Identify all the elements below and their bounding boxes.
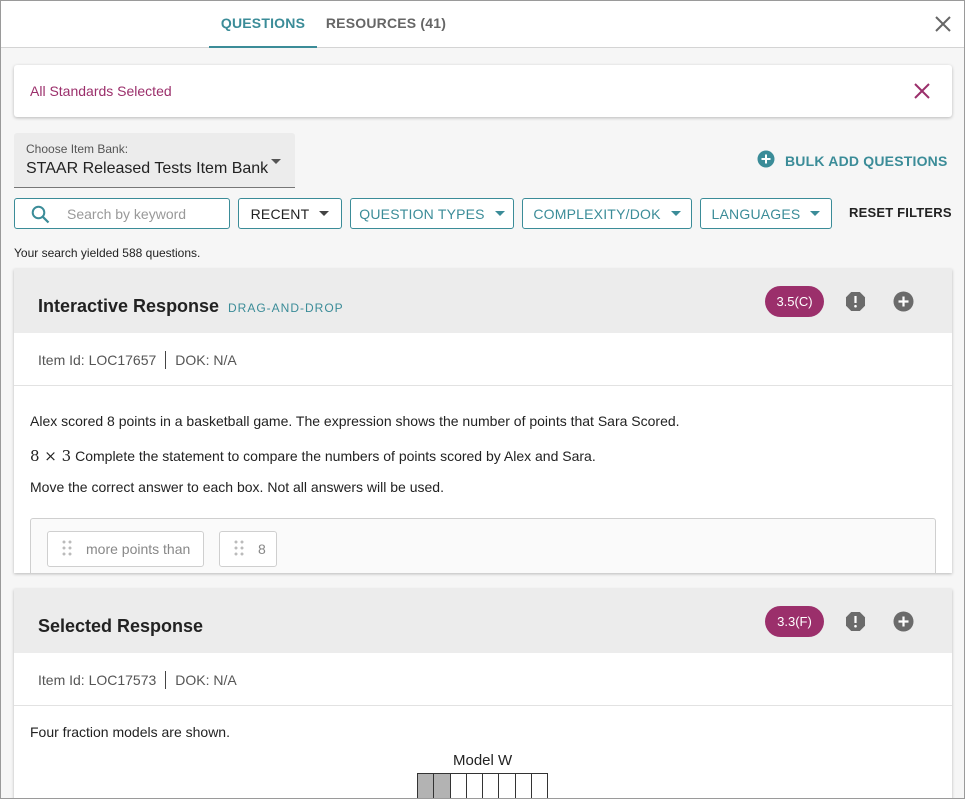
caret-down-icon — [810, 211, 821, 216]
meta-separator — [165, 671, 167, 689]
question-expression-line: 8 × 3 Complete the statement to compare … — [30, 447, 596, 465]
answer-choices-area: more points than 8 — [30, 518, 936, 573]
question-browser-window: QUESTIONS RESOURCES (41) All Standards S… — [0, 0, 965, 799]
question-instruction: Move the correct answer to each box. Not… — [30, 479, 444, 495]
plus-circle-icon — [757, 150, 775, 173]
question-meta: Item Id: LOC17573 DOK: N/A — [38, 671, 237, 689]
search-box — [14, 198, 230, 229]
drag-choice[interactable]: 8 — [219, 531, 277, 567]
results-count: Your search yielded 588 questions. — [14, 246, 201, 260]
clear-standards-icon[interactable] — [912, 81, 932, 101]
fraction-model — [417, 773, 548, 798]
alert-icon[interactable] — [845, 291, 866, 312]
item-bank-select[interactable]: Choose Item Bank: STAAR Released Tests I… — [14, 133, 295, 188]
standard-badge[interactable]: 3.3(F) — [765, 606, 824, 637]
divider — [14, 385, 952, 386]
drag-handle-icon — [62, 540, 72, 559]
question-text: Complete the statement to compare the nu… — [75, 448, 596, 464]
model-cell — [467, 774, 483, 798]
tab-bar: QUESTIONS RESOURCES (41) — [1, 1, 964, 48]
divider — [14, 705, 952, 706]
languages-label: LANGUAGES — [711, 205, 801, 222]
model-cell — [418, 774, 435, 798]
tab-questions[interactable]: QUESTIONS — [209, 1, 317, 48]
model-cell — [516, 774, 532, 798]
dok-level: DOK: N/A — [175, 672, 237, 688]
item-id: Item Id: LOC17573 — [38, 672, 157, 688]
caret-down-icon — [670, 211, 681, 216]
item-bank-label: Choose Item Bank: — [26, 142, 129, 156]
question-types-dropdown[interactable]: QUESTION TYPES — [350, 198, 514, 229]
item-id: Item Id: LOC17657 — [38, 352, 157, 368]
model-cell — [451, 774, 467, 798]
model-cell — [499, 774, 516, 798]
languages-dropdown[interactable]: LANGUAGES — [700, 198, 832, 229]
search-icon — [31, 205, 50, 224]
add-icon[interactable] — [893, 611, 914, 632]
model-cell — [532, 774, 547, 798]
caret-down-icon — [319, 211, 330, 216]
bulk-add-label: BULK ADD QUESTIONS — [785, 153, 948, 169]
model-cell — [434, 774, 451, 798]
question-card: Selected Response 3.3(F) Item Id: LOC175… — [14, 589, 952, 798]
standards-banner: All Standards Selected — [14, 65, 952, 117]
close-icon[interactable] — [932, 13, 954, 35]
question-meta: Item Id: LOC17657 DOK: N/A — [38, 351, 237, 369]
bulk-add-questions-button[interactable]: BULK ADD QUESTIONS — [757, 150, 948, 173]
search-input[interactable] — [67, 204, 222, 224]
drag-choice-label: more points than — [86, 541, 191, 557]
question-type-title: Selected Response — [38, 616, 204, 636]
model-cell — [483, 774, 500, 798]
drag-choice[interactable]: more points than — [47, 531, 204, 567]
drag-handle-icon — [234, 540, 244, 559]
standard-badge[interactable]: 3.5(C) — [765, 286, 824, 317]
dok-level: DOK: N/A — [175, 352, 237, 368]
recent-dropdown[interactable]: RECENT — [238, 198, 342, 229]
meta-separator — [165, 351, 167, 369]
question-card-header: Selected Response 3.3(F) — [14, 589, 952, 653]
question-card: Interactive Response DRAG-AND-DROP 3.5(C… — [14, 269, 952, 573]
question-type-title: Interactive Response — [38, 296, 220, 316]
question-text: Alex scored 8 points in a basketball gam… — [30, 413, 680, 429]
question-card-header: Interactive Response DRAG-AND-DROP 3.5(C… — [14, 269, 952, 333]
tab-resources[interactable]: RESOURCES (41) — [319, 1, 453, 48]
add-icon[interactable] — [893, 291, 914, 312]
question-text: Four fraction models are shown. — [30, 724, 230, 740]
complexity-label: COMPLEXITY/DOK — [533, 205, 661, 222]
alert-icon[interactable] — [845, 611, 866, 632]
caret-down-icon — [494, 211, 505, 216]
drag-choice-label: 8 — [258, 541, 266, 557]
recent-label: RECENT — [250, 205, 310, 222]
question-types-label: QUESTION TYPES — [359, 205, 485, 222]
math-expression: 8 × 3 — [30, 447, 72, 465]
caret-down-icon — [271, 159, 281, 164]
reset-filters-button[interactable]: RESET FILTERS — [849, 205, 952, 220]
model-label: Model W — [453, 752, 513, 769]
question-subtype: DRAG-AND-DROP — [228, 301, 344, 315]
complexity-dropdown[interactable]: COMPLEXITY/DOK — [522, 198, 692, 229]
standards-label: All Standards Selected — [30, 83, 172, 99]
item-bank-value: STAAR Released Tests Item Bank — [26, 160, 269, 177]
